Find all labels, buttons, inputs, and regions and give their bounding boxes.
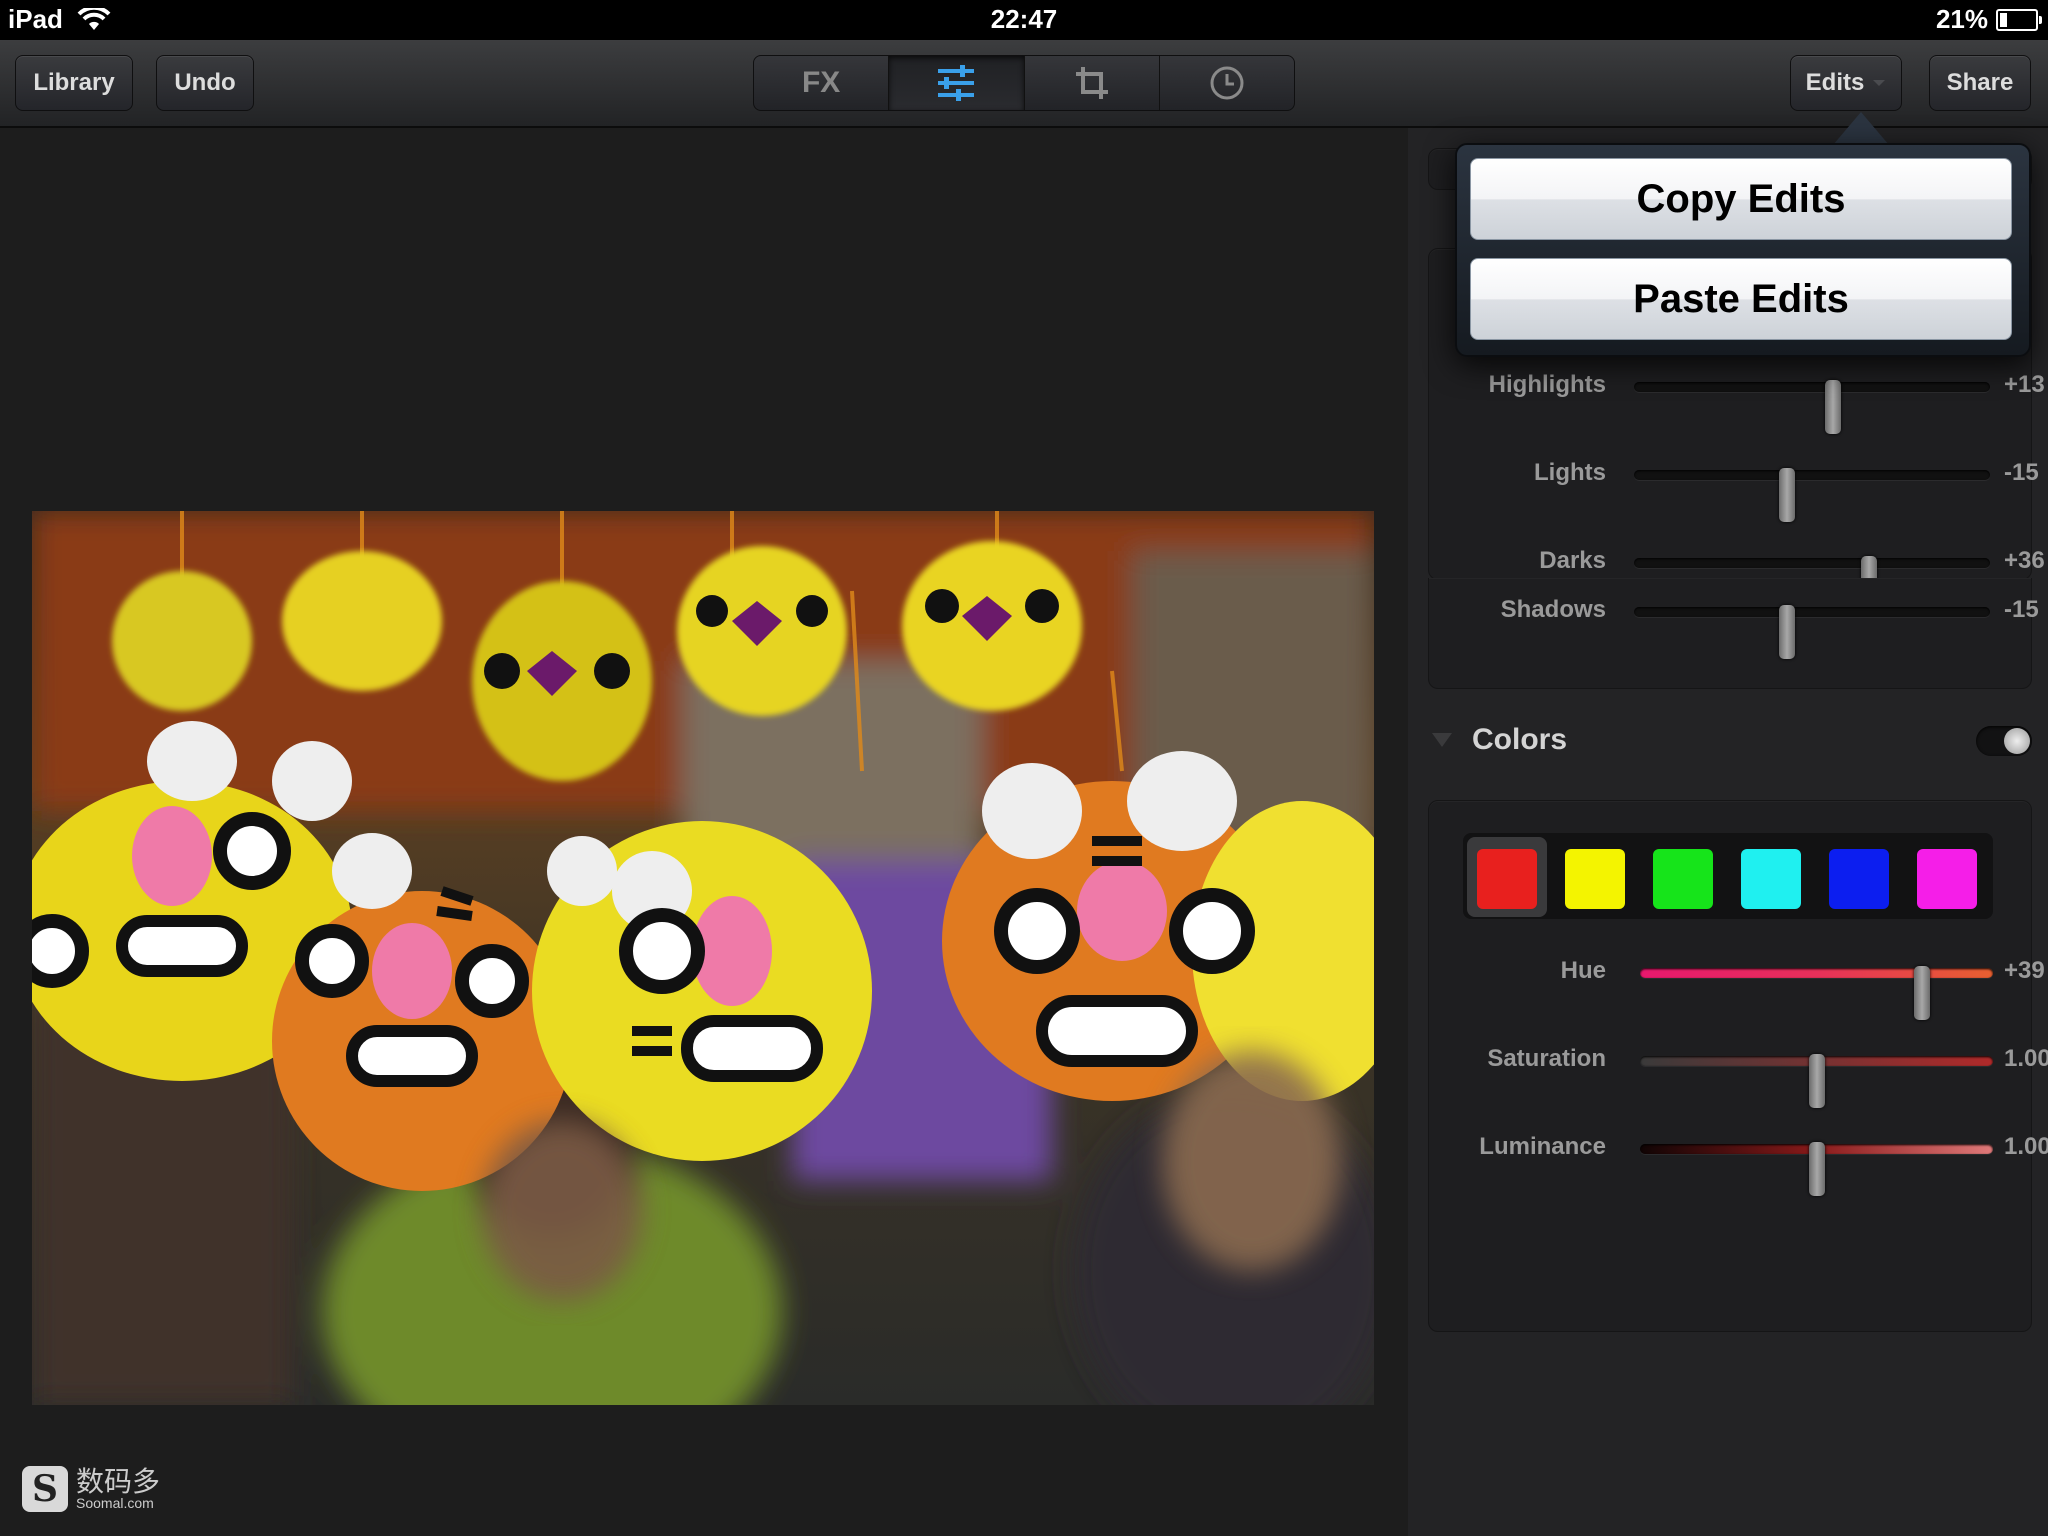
crop-icon <box>1075 67 1108 99</box>
slider-track[interactable] <box>1640 1054 1993 1108</box>
colors-card: Hue +39 Saturation 1.00 Luminance 1.00 <box>1428 800 2048 1332</box>
slider-thumb[interactable] <box>1779 468 1796 522</box>
swatch-green[interactable] <box>1653 849 1713 909</box>
dropdown-arrow-icon <box>1873 80 1886 86</box>
swatch-yellow[interactable] <box>1565 849 1625 909</box>
slider-value: -15 <box>2004 459 2039 486</box>
clock-icon <box>1210 66 1244 100</box>
toggle-knob <box>2004 728 2030 754</box>
paste-edits-button[interactable]: Paste Edits <box>1470 258 2012 340</box>
battery-icon <box>1996 8 2042 31</box>
slider-label: Lights <box>1534 459 1606 486</box>
slider-hue: Hue +39 <box>1429 947 2045 1020</box>
status-bar: iPad 22:47 21% <box>0 0 2048 40</box>
slider-label: Darks <box>1539 547 1606 574</box>
slider-thumb[interactable] <box>1914 966 1931 1020</box>
sliders-icon <box>938 65 975 101</box>
edits-button[interactable]: Edits <box>1790 55 1902 111</box>
colors-toggle[interactable] <box>1976 726 2032 756</box>
slider-label: Luminance <box>1479 1133 1606 1160</box>
slider-track[interactable] <box>1634 556 1990 610</box>
slider-shadows: Shadows -15 <box>1429 586 2039 659</box>
photo-image <box>32 511 1374 1405</box>
slider-value: +36 <box>2004 547 2045 574</box>
watermark-en: Soomal.com <box>76 1495 154 1511</box>
tab-fx[interactable]: FX <box>754 56 890 110</box>
swatch-red[interactable] <box>1477 849 1537 909</box>
slider-value: -15 <box>2004 596 2039 623</box>
slider-thumb[interactable] <box>1825 380 1842 434</box>
slider-luminance: Luminance 1.00 <box>1429 1123 2048 1196</box>
copy-edits-button[interactable]: Copy Edits <box>1470 158 2012 240</box>
photo-canvas <box>0 128 1408 1536</box>
color-swatches <box>1463 833 1993 919</box>
slider-saturation: Saturation 1.00 <box>1429 1035 2048 1108</box>
slider-thumb[interactable] <box>1779 605 1796 659</box>
slider-value: 1.00 <box>2004 1045 2048 1072</box>
swatch-blue[interactable] <box>1829 849 1889 909</box>
photo[interactable] <box>32 511 1374 1405</box>
slider-track[interactable] <box>1634 468 1990 522</box>
slider-value: +13 <box>2004 371 2045 398</box>
watermark-cn: 数码多 <box>76 1466 161 1497</box>
slider-label: Hue <box>1560 957 1606 984</box>
slider-label: Highlights <box>1488 371 1606 398</box>
undo-button[interactable]: Undo <box>156 55 254 111</box>
tab-history[interactable] <box>1160 56 1294 110</box>
slider-value: 1.00 <box>2004 1133 2048 1160</box>
slider-track[interactable] <box>1634 605 1990 659</box>
swatch-cyan[interactable] <box>1741 849 1801 909</box>
edits-label: Edits <box>1805 69 1865 96</box>
tab-fx-label: FX <box>801 66 841 99</box>
popover-arrow <box>1833 112 1889 145</box>
slider-track[interactable] <box>1640 1142 1993 1196</box>
swatch-magenta[interactable] <box>1917 849 1977 909</box>
tab-adjust[interactable] <box>889 56 1025 110</box>
library-button[interactable]: Library <box>15 55 133 111</box>
clock: 22:47 <box>990 4 1058 34</box>
collapse-triangle-icon[interactable] <box>1432 733 1452 747</box>
tone-card-bottom: Shadows -15 <box>1428 578 2039 689</box>
slider-thumb[interactable] <box>1808 1142 1825 1196</box>
soomal-logo-icon: S <box>22 1466 68 1512</box>
slider-value: +39 <box>2004 957 2045 984</box>
slider-label: Shadows <box>1500 596 1606 623</box>
slider-track[interactable] <box>1640 966 1993 1020</box>
slider-highlights: Highlights +13 <box>1429 361 2045 434</box>
battery-percent: 21% <box>1935 4 1988 34</box>
slider-thumb[interactable] <box>1808 1054 1825 1108</box>
watermark: S 数码多 Soomal.com <box>22 1466 160 1512</box>
colors-section-title[interactable]: Colors <box>1472 723 1567 757</box>
mode-segmented-control: FX <box>753 55 1295 111</box>
share-button[interactable]: Share <box>1929 55 2031 111</box>
slider-label: Saturation <box>1487 1045 1606 1072</box>
toolbar: Library Undo FX Edits Share <box>0 40 2048 128</box>
tab-crop[interactable] <box>1025 56 1160 110</box>
edits-popover: Copy Edits Paste Edits <box>1455 143 2031 357</box>
slider-lights: Lights -15 <box>1429 449 2039 522</box>
slider-track[interactable] <box>1634 380 1990 434</box>
